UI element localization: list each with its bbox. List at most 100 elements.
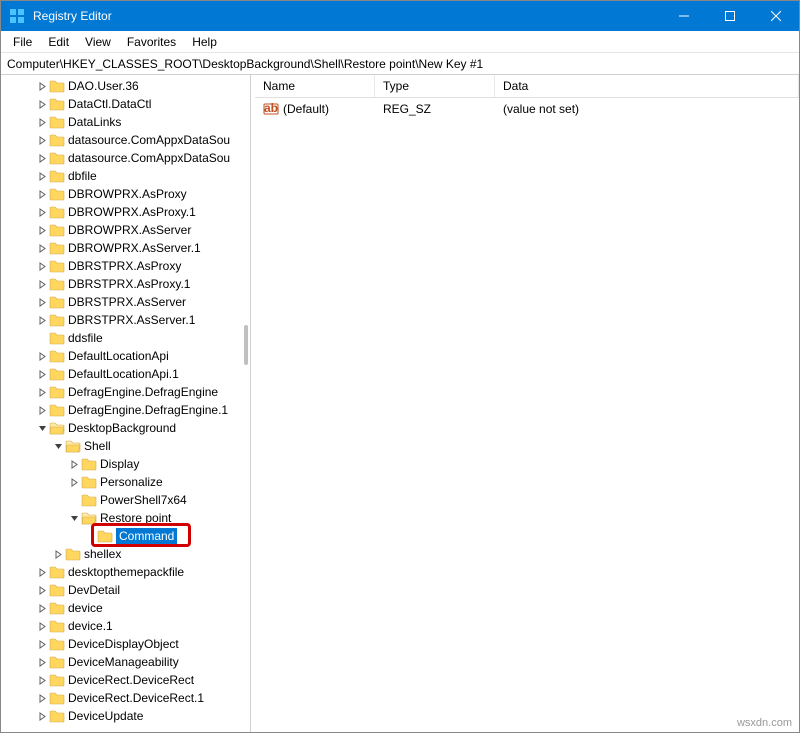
- collapse-icon[interactable]: [35, 421, 49, 435]
- tree-item[interactable]: device: [1, 599, 250, 617]
- menu-favorites[interactable]: Favorites: [119, 33, 184, 51]
- value-data: (value not set): [495, 100, 799, 118]
- expand-icon[interactable]: [35, 277, 49, 291]
- tree-item[interactable]: DBRSTPRX.AsServer: [1, 293, 250, 311]
- tree-item[interactable]: DBRSTPRX.AsProxy: [1, 257, 250, 275]
- tree-item[interactable]: DBRSTPRX.AsServer.1: [1, 311, 250, 329]
- folder-icon: [81, 475, 97, 489]
- value-row[interactable]: ab (Default) REG_SZ (value not set): [255, 98, 799, 120]
- tree-item[interactable]: DeviceDisplayObject: [1, 635, 250, 653]
- tree-item[interactable]: Command: [1, 527, 250, 545]
- expand-icon[interactable]: [35, 583, 49, 597]
- tree-item[interactable]: Personalize: [1, 473, 250, 491]
- folder-icon: [49, 421, 65, 435]
- expand-icon[interactable]: [35, 349, 49, 363]
- tree-item[interactable]: DBROWPRX.AsServer: [1, 221, 250, 239]
- tree-item[interactable]: Display: [1, 455, 250, 473]
- tree-item[interactable]: ddsfile: [1, 329, 250, 347]
- folder-icon: [49, 277, 65, 291]
- expand-icon[interactable]: [35, 709, 49, 723]
- tree-item[interactable]: device.1: [1, 617, 250, 635]
- expand-icon[interactable]: [35, 655, 49, 669]
- expand-icon[interactable]: [35, 169, 49, 183]
- expand-icon[interactable]: [67, 457, 81, 471]
- collapse-icon[interactable]: [51, 439, 65, 453]
- expand-icon[interactable]: [35, 367, 49, 381]
- tree-item-label: DeviceUpdate: [68, 709, 143, 723]
- tree-item[interactable]: dbfile: [1, 167, 250, 185]
- tree-item[interactable]: datasource.ComAppxDataSou: [1, 149, 250, 167]
- expand-icon[interactable]: [35, 385, 49, 399]
- expand-icon[interactable]: [35, 619, 49, 633]
- column-name[interactable]: Name: [255, 75, 375, 97]
- splitter[interactable]: [251, 75, 255, 732]
- tree-pane[interactable]: DAO.User.36DataCtl.DataCtlDataLinksdatas…: [1, 75, 251, 732]
- tree-item[interactable]: DefaultLocationApi: [1, 347, 250, 365]
- tree-item[interactable]: DefragEngine.DefragEngine: [1, 383, 250, 401]
- expand-icon[interactable]: [35, 151, 49, 165]
- menu-view[interactable]: View: [77, 33, 119, 51]
- tree-item[interactable]: DeviceUpdate: [1, 707, 250, 725]
- expand-icon[interactable]: [35, 259, 49, 273]
- expand-icon[interactable]: [35, 187, 49, 201]
- tree-item-label: DefaultLocationApi: [68, 349, 169, 363]
- expand-icon[interactable]: [51, 547, 65, 561]
- column-data[interactable]: Data: [495, 75, 799, 97]
- tree-item[interactable]: DataCtl.DataCtl: [1, 95, 250, 113]
- tree-item[interactable]: DAO.User.36: [1, 77, 250, 95]
- expand-icon[interactable]: [35, 295, 49, 309]
- tree-item[interactable]: DBRSTPRX.AsProxy.1: [1, 275, 250, 293]
- expand-icon[interactable]: [35, 97, 49, 111]
- tree-item[interactable]: PowerShell7x64: [1, 491, 250, 509]
- folder-icon: [49, 385, 65, 399]
- tree-item[interactable]: DBROWPRX.AsServer.1: [1, 239, 250, 257]
- tree-item[interactable]: DesktopBackground: [1, 419, 250, 437]
- expand-icon[interactable]: [35, 133, 49, 147]
- expand-icon[interactable]: [67, 475, 81, 489]
- address-bar[interactable]: Computer\HKEY_CLASSES_ROOT\DesktopBackgr…: [1, 53, 799, 75]
- tree-item[interactable]: DefragEngine.DefragEngine.1: [1, 401, 250, 419]
- tree-item-label: DevDetail: [68, 583, 120, 597]
- expand-icon[interactable]: [35, 223, 49, 237]
- tree-item-label: DefaultLocationApi.1: [68, 367, 179, 381]
- tree-item[interactable]: DeviceRect.DeviceRect: [1, 671, 250, 689]
- tree-item[interactable]: DBROWPRX.AsProxy: [1, 185, 250, 203]
- tree-item-label[interactable]: Command: [116, 528, 177, 544]
- maximize-button[interactable]: [707, 1, 753, 31]
- expand-icon[interactable]: [35, 205, 49, 219]
- expand-icon[interactable]: [35, 673, 49, 687]
- watermark: wsxdn.com: [737, 717, 792, 729]
- close-button[interactable]: [753, 1, 799, 31]
- tree-item[interactable]: Restore point: [1, 509, 250, 527]
- expand-icon[interactable]: [35, 241, 49, 255]
- tree-item[interactable]: DataLinks: [1, 113, 250, 131]
- expand-icon[interactable]: [35, 691, 49, 705]
- menu-edit[interactable]: Edit: [40, 33, 77, 51]
- column-type[interactable]: Type: [375, 75, 495, 97]
- tree-item-label: DefragEngine.DefragEngine: [68, 385, 218, 399]
- tree-item[interactable]: DevDetail: [1, 581, 250, 599]
- expand-icon[interactable]: [35, 637, 49, 651]
- list-pane[interactable]: Name Type Data ab (Default) REG_SZ (valu…: [255, 75, 799, 732]
- menu-help[interactable]: Help: [184, 33, 225, 51]
- tree-item[interactable]: DBROWPRX.AsProxy.1: [1, 203, 250, 221]
- folder-icon: [81, 493, 97, 507]
- tree-item[interactable]: desktopthemepackfile: [1, 563, 250, 581]
- tree-item[interactable]: DefaultLocationApi.1: [1, 365, 250, 383]
- collapse-icon[interactable]: [67, 511, 81, 525]
- menu-file[interactable]: File: [5, 33, 40, 51]
- tree-item[interactable]: DeviceManageability: [1, 653, 250, 671]
- expand-icon[interactable]: [35, 79, 49, 93]
- expand-icon[interactable]: [35, 115, 49, 129]
- folder-icon: [49, 79, 65, 93]
- tree-item[interactable]: Shell: [1, 437, 250, 455]
- expand-icon[interactable]: [35, 313, 49, 327]
- expand-icon[interactable]: [35, 403, 49, 417]
- minimize-button[interactable]: [661, 1, 707, 31]
- scrollbar-thumb[interactable]: [244, 325, 248, 365]
- tree-item[interactable]: datasource.ComAppxDataSou: [1, 131, 250, 149]
- tree-item[interactable]: DeviceRect.DeviceRect.1: [1, 689, 250, 707]
- expand-icon[interactable]: [35, 601, 49, 615]
- expand-icon[interactable]: [35, 565, 49, 579]
- tree-item[interactable]: shellex: [1, 545, 250, 563]
